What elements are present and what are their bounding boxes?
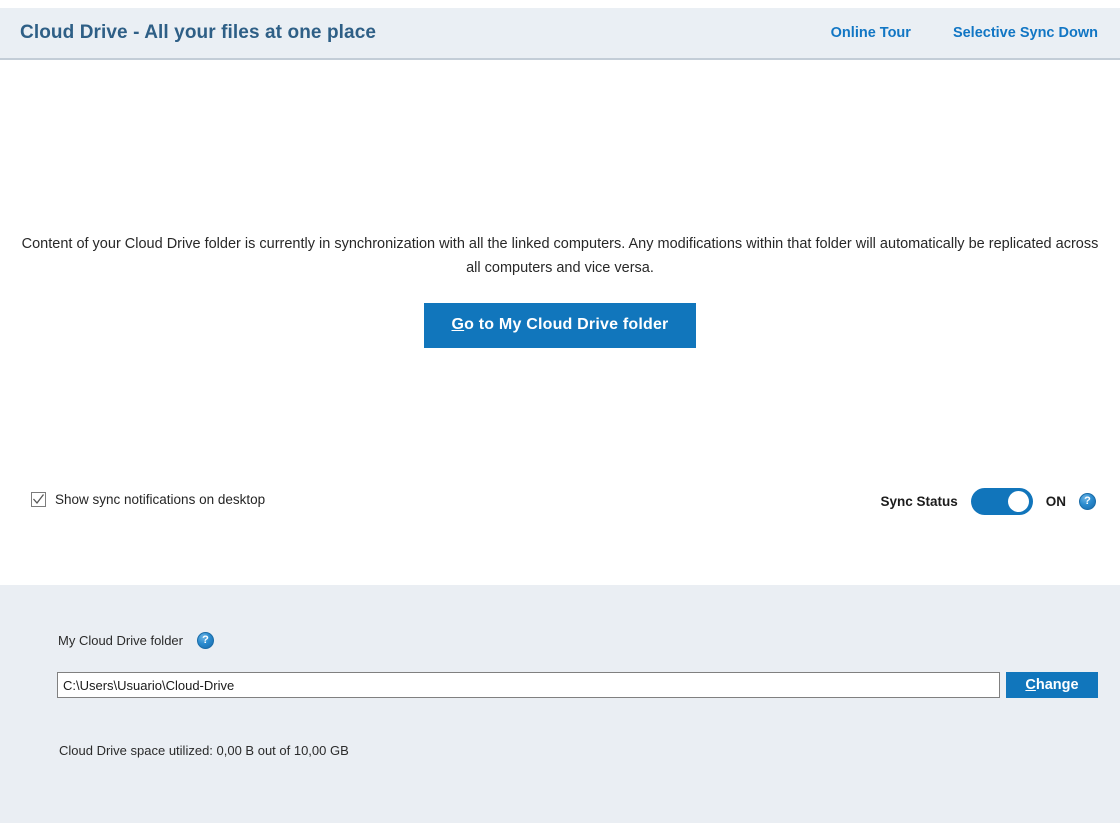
top-spacer — [0, 0, 1120, 8]
online-tour-link[interactable]: Online Tour — [831, 25, 911, 41]
app-header: Cloud Drive - All your files at one plac… — [0, 8, 1120, 60]
my-cloud-drive-folder-label: My Cloud Drive folder — [58, 633, 183, 648]
sync-status-state: ON — [1045, 494, 1066, 509]
accelerator-letter: G — [451, 316, 465, 333]
sync-status-row: Sync Status ON ? — [880, 488, 1096, 515]
checkbox-label: Show sync notifications on desktop — [55, 492, 266, 507]
help-question-icon[interactable]: ? — [1079, 493, 1096, 510]
sync-status-label: Sync Status — [880, 494, 958, 509]
folder-path-input[interactable] — [57, 672, 1000, 698]
primary-button-container: Go to My Cloud Drive folder — [0, 303, 1120, 348]
show-sync-notifications-checkbox[interactable]: Show sync notifications on desktop — [31, 492, 265, 507]
page-title: Cloud Drive - All your files at one plac… — [20, 22, 377, 43]
change-folder-button[interactable]: Change — [1006, 672, 1098, 698]
primary-button-label: o to My Cloud Drive folder — [464, 316, 669, 333]
accelerator-letter: C — [1025, 677, 1036, 693]
go-to-cloud-drive-folder-button[interactable]: Go to My Cloud Drive folder — [423, 303, 697, 348]
checkmark-icon — [33, 494, 44, 505]
folder-settings-panel: My Cloud Drive folder ? Change Cloud Dri… — [0, 585, 1120, 823]
folder-path-row: Change — [57, 672, 1098, 698]
selective-sync-down-link[interactable]: Selective Sync Down — [953, 25, 1098, 41]
checkbox-box[interactable] — [31, 492, 46, 507]
main-content: Content of your Cloud Drive folder is cu… — [0, 60, 1120, 585]
header-links: Online Tour Selective Sync Down — [831, 25, 1098, 41]
space-utilized-text: Cloud Drive space utilized: 0,00 B out o… — [59, 743, 349, 758]
change-button-label: hange — [1035, 677, 1079, 693]
help-question-icon[interactable]: ? — [197, 632, 214, 649]
folder-label-row: My Cloud Drive folder ? — [58, 632, 214, 649]
toggle-knob — [1007, 491, 1029, 512]
sync-status-description: Content of your Cloud Drive folder is cu… — [21, 236, 1099, 276]
sync-status-toggle[interactable] — [970, 488, 1033, 515]
